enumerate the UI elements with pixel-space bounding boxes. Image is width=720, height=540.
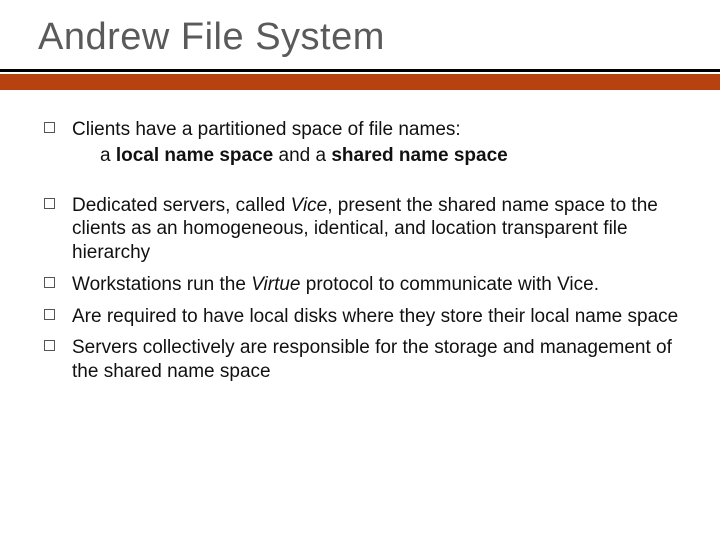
list-item: Clients have a partitioned space of file… (38, 118, 682, 168)
list-item: Workstations run the Virtue protocol to … (38, 273, 682, 297)
list-item: Are required to have local disks where t… (38, 305, 682, 329)
title-rule (0, 69, 720, 90)
slide: Andrew File System Clients have a partit… (0, 0, 720, 540)
page-title: Andrew File System (38, 16, 682, 59)
list-item: Dedicated servers, called Vice, present … (38, 194, 682, 265)
list-item: Servers collectively are responsible for… (38, 336, 682, 384)
rule-thin (0, 69, 720, 72)
content-area: Clients have a partitioned space of file… (38, 118, 682, 384)
bullet-list: Clients have a partitioned space of file… (38, 118, 682, 384)
rule-thick (0, 74, 720, 90)
